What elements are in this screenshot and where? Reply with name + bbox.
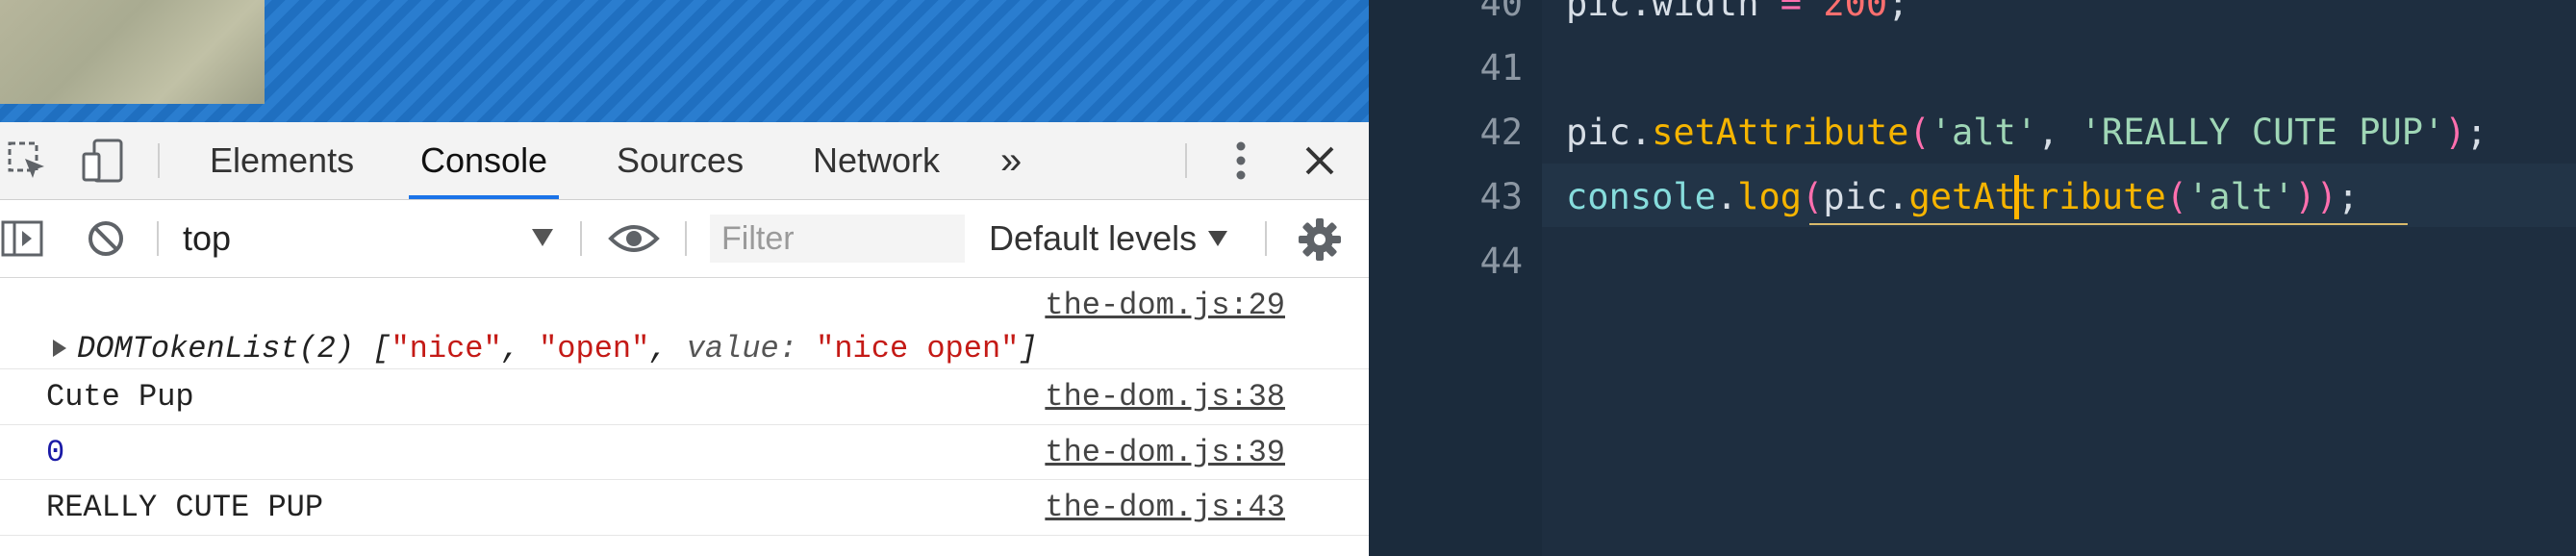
tab-network[interactable]: Network (813, 122, 940, 199)
device-toolbar-icon[interactable] (79, 138, 127, 184)
eye-icon[interactable] (606, 219, 662, 258)
toolbar-divider (1185, 143, 1187, 178)
code-token: console (1566, 176, 1716, 217)
console-message: REALLY CUTE PUP the-dom.js:43 (0, 480, 1369, 536)
token-separator: , (649, 331, 687, 366)
browser-window: Elements Console Sources Network » top F… (0, 0, 1369, 556)
source-link[interactable]: the-dom.js:39 (1045, 435, 1285, 470)
pup-image (0, 0, 265, 104)
code-area[interactable]: pic.width = 200; pic.setAttribute('alt',… (1542, 0, 2576, 556)
code-token: . (1629, 0, 1653, 24)
code-token: 200 (1823, 0, 1888, 24)
source-link[interactable]: the-dom.js:38 (1045, 379, 1285, 415)
toolbar-divider (158, 143, 160, 178)
code-line-40: pic.width = 200; (1566, 0, 1908, 24)
code-line-42: pic.setAttribute('alt', 'REALLY CUTE PUP… (1566, 112, 2488, 153)
toolbar-divider (1265, 221, 1267, 256)
code-token: 'REALLY CUTE PUP' (2080, 112, 2445, 153)
web-page-viewport (0, 0, 1369, 122)
source-link[interactable]: the-dom.js:29 (1045, 288, 1285, 323)
devtools-tabbar: Elements Console Sources Network » (0, 122, 1369, 200)
code-token: = (1758, 0, 1824, 24)
message-text: Cute Pup (46, 379, 194, 415)
code-token: ( (1908, 112, 1931, 153)
code-token: width (1652, 0, 1759, 24)
code-token: getAttribute (1908, 176, 2166, 217)
code-token: ( (2165, 176, 2188, 217)
code-token: ; (1887, 0, 1909, 24)
more-tabs-button[interactable]: » (1000, 122, 1022, 199)
toolbar-divider (157, 221, 159, 256)
code-token: ; (2336, 176, 2360, 217)
tab-sources[interactable]: Sources (617, 122, 744, 199)
dom-token-list-output: DOMTokenList(2) ["nice", "open", value: … (77, 331, 1038, 366)
hover-underline (1809, 223, 2408, 225)
clear-console-icon[interactable] (85, 219, 127, 258)
console-message: Cute Pup the-dom.js:38 (0, 369, 1369, 425)
code-token: . (1887, 176, 1909, 217)
token-separator: , (501, 331, 540, 366)
toolbar-divider (580, 221, 582, 256)
tab-elements[interactable]: Elements (210, 122, 354, 199)
chevron-down-icon (532, 229, 553, 246)
code-token: ( (1802, 176, 1824, 217)
token-value-key: value: (686, 331, 817, 366)
tab-console[interactable]: Console (408, 122, 560, 199)
text-cursor (2014, 175, 2019, 219)
line-number: 41 (1479, 47, 1523, 88)
show-sidebar-icon[interactable] (0, 219, 44, 258)
code-token: . (1715, 176, 1738, 217)
code-token: ; (2465, 112, 2488, 153)
token-list-close: ] (1019, 331, 1038, 366)
token-list-label: DOMTokenList(2) [ (77, 331, 391, 366)
code-token: ) (2444, 112, 2466, 153)
code-editor: 40 41 42 43 44 pic.width = 200; pic.setA… (1369, 0, 2576, 556)
inspect-element-icon[interactable] (4, 139, 50, 182)
close-icon[interactable] (1299, 141, 1341, 180)
code-token: 'alt' (1930, 112, 2038, 153)
kebab-menu-icon[interactable] (1222, 139, 1260, 182)
console-toolbar: top Default levels (0, 200, 1369, 278)
message-number: 0 (46, 435, 65, 470)
code-token: . (1629, 112, 1653, 153)
code-token: ) (2315, 176, 2337, 217)
code-token: pic (1566, 112, 1630, 153)
message-text: REALLY CUTE PUP (46, 490, 324, 525)
token-item: "nice" (391, 331, 502, 366)
code-token: pic (1823, 176, 1888, 217)
context-select[interactable]: top (183, 200, 563, 277)
devtools-panel: Elements Console Sources Network » top F… (0, 122, 1369, 556)
line-number: 43 (1479, 176, 1523, 217)
line-number: 42 (1479, 112, 1523, 153)
log-levels-dropdown[interactable]: Default levels (989, 200, 1228, 277)
code-token: pic (1566, 0, 1630, 24)
chevron-down-icon (1208, 231, 1228, 246)
line-number-gutter: 40 41 42 43 44 (1369, 0, 1542, 556)
code-token: ) (2294, 176, 2316, 217)
code-line-43: console.log(pic.getAttribute('alt')); (1566, 176, 2359, 217)
code-token: 'alt' (2187, 176, 2295, 217)
console-message: the-dom.js:29 DOMTokenList(2) ["nice", "… (0, 278, 1369, 369)
line-number: 40 (1479, 0, 1523, 24)
code-token: log (1737, 176, 1803, 217)
console-output: the-dom.js:29 DOMTokenList(2) ["nice", "… (0, 278, 1369, 556)
toolbar-divider (685, 221, 687, 256)
context-select-value: top (183, 218, 232, 258)
line-number: 44 (1479, 240, 1523, 282)
log-levels-label: Default levels (989, 218, 1198, 258)
token-item: "open" (539, 331, 650, 366)
code-token: setAttribute (1652, 112, 1909, 153)
filter-input[interactable] (710, 215, 965, 263)
expand-arrow-icon[interactable] (53, 340, 66, 357)
source-link[interactable]: the-dom.js:43 (1045, 490, 1285, 525)
token-value: "nice open" (816, 331, 1020, 366)
console-message: 0 the-dom.js:39 (0, 425, 1369, 480)
code-token: , (2037, 112, 2081, 153)
gear-icon[interactable] (1297, 217, 1343, 262)
